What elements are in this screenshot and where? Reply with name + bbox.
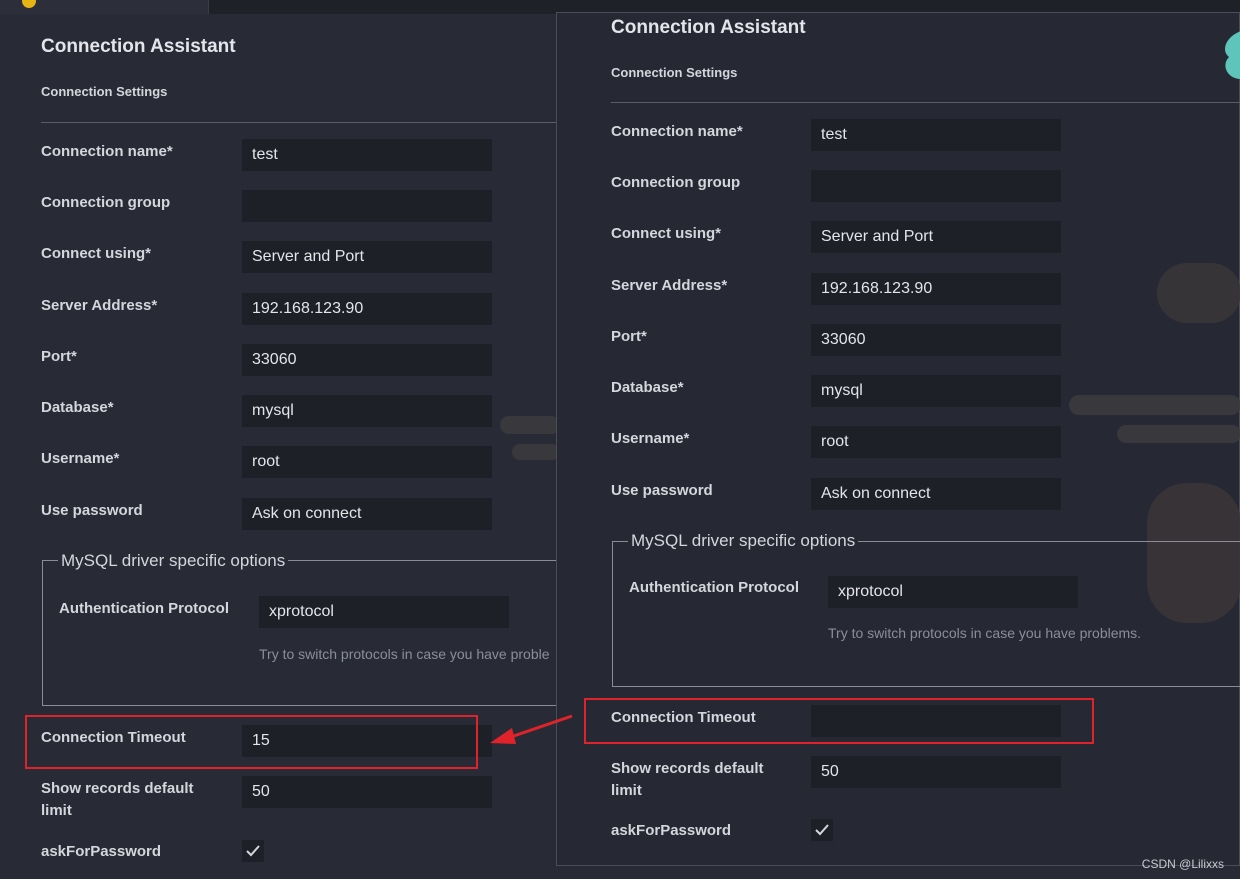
ask-for-password-label: askForPassword	[611, 822, 732, 839]
connect-using-select[interactable]: Server and Port	[811, 221, 1061, 253]
auth-protocol-hint: Try to switch protocols in case you have…	[259, 646, 550, 662]
connection-group-input[interactable]	[242, 190, 492, 222]
section-title: Connection Settings	[41, 84, 168, 99]
auth-protocol-label: Authentication Protocol	[59, 600, 229, 617]
server-address-input[interactable]: 192.168.123.90	[811, 273, 1061, 305]
background-decoration	[500, 416, 560, 434]
driver-options-group	[612, 541, 1240, 687]
background-decoration	[1069, 395, 1240, 415]
port-label: Port*	[611, 328, 647, 345]
mysql-extension-icon	[22, 0, 36, 8]
use-password-select[interactable]: Ask on connect	[811, 478, 1061, 510]
leaf-decoration-icon	[1225, 31, 1240, 79]
database-input[interactable]: mysql	[242, 395, 492, 427]
username-input[interactable]: root	[811, 426, 1061, 458]
server-address-input[interactable]: 192.168.123.90	[242, 293, 492, 325]
port-input[interactable]: 33060	[811, 324, 1061, 356]
background-decoration	[1157, 263, 1240, 323]
ask-for-password-checkbox[interactable]	[242, 840, 264, 862]
auth-protocol-hint: Try to switch protocols in case you have…	[828, 625, 1142, 641]
connection-name-label: Connection name*	[41, 143, 173, 160]
connect-using-label: Connect using*	[611, 225, 722, 242]
driver-options-title: MySQL driver specific options	[628, 531, 859, 551]
connect-using-select[interactable]: Server and Port	[242, 241, 492, 273]
timeout-highlight-box-left	[25, 715, 478, 769]
records-limit-input[interactable]: 50	[242, 776, 492, 808]
page-title: Connection Assistant	[611, 17, 806, 38]
timeout-highlight-box-right	[584, 698, 1094, 744]
connection-group-label: Connection group	[41, 194, 171, 211]
use-password-select[interactable]: Ask on connect	[242, 498, 492, 530]
username-input[interactable]: root	[242, 446, 492, 478]
watermark: CSDN @Lilixxs	[1141, 857, 1224, 871]
connect-using-label: Connect using*	[41, 245, 152, 262]
auth-protocol-select[interactable]: xprotocol	[259, 596, 509, 628]
connection-group-input[interactable]	[811, 170, 1061, 202]
section-divider	[41, 122, 560, 123]
connection-name-label: Connection name*	[611, 123, 743, 140]
server-address-label: Server Address*	[611, 277, 728, 294]
use-password-label: Use password	[611, 482, 713, 499]
username-label: Username*	[41, 450, 120, 467]
database-label: Database*	[611, 379, 684, 396]
ask-for-password-checkbox[interactable]	[811, 819, 833, 841]
checkmark-icon	[246, 845, 260, 857]
connection-name-input[interactable]: test	[811, 119, 1061, 151]
editor-tab[interactable]	[0, 0, 209, 14]
driver-options-title: MySQL driver specific options	[58, 551, 289, 571]
checkmark-icon	[815, 824, 829, 836]
background-decoration	[1117, 425, 1240, 443]
database-input[interactable]: mysql	[811, 375, 1061, 407]
background-decoration	[512, 444, 560, 460]
records-limit-label: Show records default limit	[611, 760, 764, 799]
section-title: Connection Settings	[611, 65, 738, 80]
connection-name-input[interactable]: test	[242, 139, 492, 171]
ask-for-password-label: askForPassword	[41, 843, 162, 860]
auth-protocol-select[interactable]: xprotocol	[828, 576, 1078, 608]
username-label: Username*	[611, 430, 690, 447]
port-input[interactable]: 33060	[242, 344, 492, 376]
comparison-arrow-icon	[490, 714, 573, 744]
database-label: Database*	[41, 399, 114, 416]
records-limit-input[interactable]: 50	[811, 756, 1061, 788]
driver-options-group	[42, 560, 572, 706]
use-password-label: Use password	[41, 502, 143, 519]
server-address-label: Server Address*	[41, 297, 158, 314]
auth-protocol-label: Authentication Protocol	[629, 579, 799, 596]
port-label: Port*	[41, 348, 77, 365]
page-title: Connection Assistant	[41, 36, 236, 57]
connection-group-label: Connection group	[611, 174, 741, 191]
records-limit-label: Show records default limit	[41, 780, 194, 819]
section-divider	[611, 102, 1240, 103]
